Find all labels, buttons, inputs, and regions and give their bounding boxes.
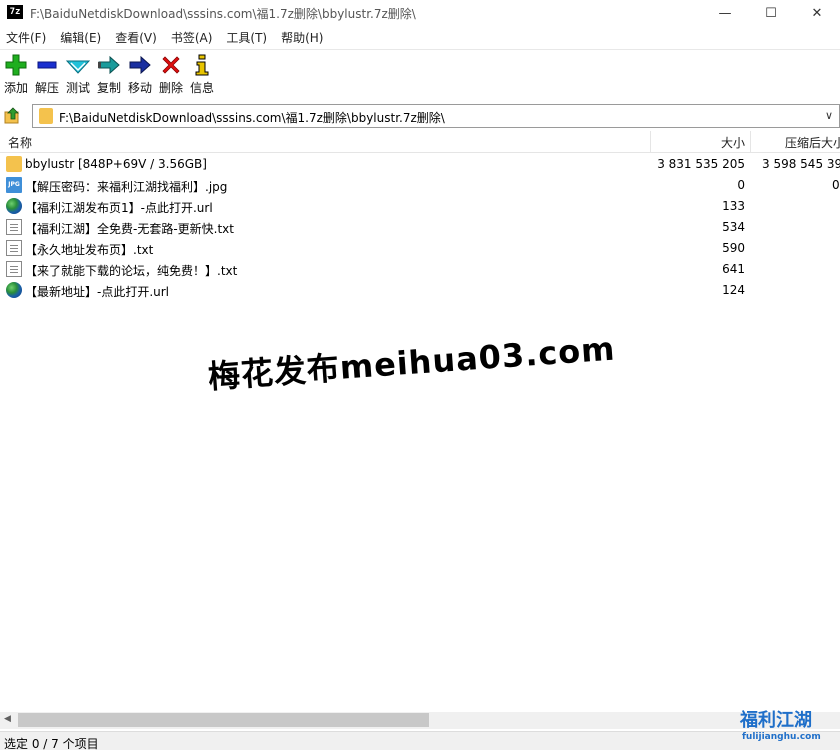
column-header-size[interactable]: 大小 bbox=[721, 134, 745, 151]
menu-bar: 文件(F) 编辑(E) 查看(V) 书签(A) 工具(T) 帮助(H) bbox=[0, 27, 840, 48]
address-path: F:\BaiduNetdiskDownload\sssins.com\福1.7z… bbox=[59, 111, 445, 125]
menu-help[interactable]: 帮助(H) bbox=[274, 29, 330, 46]
file-name: 【永久地址发布页】.txt bbox=[25, 243, 154, 257]
scrollbar-thumb[interactable] bbox=[18, 713, 429, 727]
menu-edit[interactable]: 编辑(E) bbox=[53, 29, 108, 46]
toolbar: 添加 解压 测试 复制 移动 删除 信息 bbox=[0, 49, 840, 99]
file-size: 534 bbox=[722, 220, 745, 234]
file-row[interactable]: 【福利江湖发布页1】-点此打开.url 133 bbox=[0, 196, 840, 217]
file-size: 641 bbox=[722, 262, 745, 276]
file-list: bbylustr [848P+69V / 3.56GB] 3 831 535 2… bbox=[0, 154, 840, 301]
file-size: 590 bbox=[722, 241, 745, 255]
menu-view[interactable]: 查看(V) bbox=[108, 29, 164, 46]
status-text: 选定 0 / 7 个项目 bbox=[4, 737, 99, 750]
info-icon bbox=[186, 53, 218, 79]
logo-title: 福利江湖 bbox=[740, 710, 812, 731]
delete-button[interactable]: 删除 bbox=[155, 53, 187, 97]
column-header-packed-size[interactable]: 压缩后大小 bbox=[785, 134, 840, 151]
file-packed-size: 3 598 545 392 bbox=[762, 157, 840, 171]
copy-button[interactable]: 复制 bbox=[93, 53, 125, 97]
file-row[interactable]: 【福利江湖】全免费-无套路-更新快.txt 534 bbox=[0, 217, 840, 238]
app-7z-icon: 7z bbox=[7, 5, 23, 19]
info-button[interactable]: 信息 bbox=[186, 53, 218, 97]
column-header-name[interactable]: 名称 bbox=[8, 134, 32, 151]
chevron-down-icon[interactable]: ∨ bbox=[825, 109, 833, 122]
extract-button[interactable]: 解压 bbox=[31, 53, 63, 97]
minimize-button[interactable]: — bbox=[702, 0, 748, 26]
file-row[interactable]: 【最新地址】-点此打开.url 124 bbox=[0, 280, 840, 301]
close-button[interactable]: ✕ bbox=[794, 0, 840, 26]
address-combobox[interactable]: F:\BaiduNetdiskDownload\sssins.com\福1.7z… bbox=[32, 104, 840, 128]
file-name: bbylustr [848P+69V / 3.56GB] bbox=[25, 157, 207, 171]
maximize-button[interactable]: ☐ bbox=[748, 0, 794, 26]
close-icon: ✕ bbox=[811, 5, 823, 21]
window-title: F:\BaiduNetdiskDownload\sssins.com\福1.7z… bbox=[30, 7, 416, 21]
menu-bookmarks[interactable]: 书签(A) bbox=[164, 29, 220, 46]
move-button[interactable]: 移动 bbox=[124, 53, 156, 97]
add-label: 添加 bbox=[3, 81, 28, 95]
copy-label: 复制 bbox=[96, 81, 121, 95]
file-name: 【福利江湖发布页1】-点此打开.url bbox=[25, 201, 213, 215]
info-label: 信息 bbox=[189, 81, 214, 95]
file-name: 【来了就能下载的论坛，纯免费！】.txt bbox=[25, 264, 238, 278]
up-arrow-icon bbox=[4, 107, 19, 124]
horizontal-scrollbar[interactable]: ◀ bbox=[0, 712, 840, 729]
minimize-icon: — bbox=[718, 5, 732, 21]
folder-icon bbox=[6, 156, 22, 172]
maximize-icon: ☐ bbox=[765, 5, 777, 21]
check-icon bbox=[62, 53, 94, 79]
file-name: 【解压密码：来福利江湖找福利】.jpg bbox=[25, 180, 228, 194]
jpg-icon: JPG bbox=[6, 177, 22, 193]
site-logo: 福利江湖 fulijianghu.com bbox=[740, 704, 840, 748]
delete-icon bbox=[155, 53, 187, 79]
menu-tools[interactable]: 工具(T) bbox=[219, 29, 274, 46]
column-divider[interactable] bbox=[650, 131, 651, 153]
file-row[interactable]: 【来了就能下载的论坛，纯免费！】.txt 641 bbox=[0, 259, 840, 280]
title-bar: 7z F:\BaiduNetdiskDownload\sssins.com\福1… bbox=[0, 0, 840, 26]
scroll-left-icon[interactable]: ◀ bbox=[4, 714, 11, 724]
file-name: 【福利江湖】全免费-无套路-更新快.txt bbox=[25, 222, 234, 236]
text-file-icon bbox=[6, 219, 22, 235]
file-row[interactable]: 【永久地址发布页】.txt 590 bbox=[0, 238, 840, 259]
file-size: 0 bbox=[737, 178, 745, 192]
text-file-icon bbox=[6, 261, 22, 277]
status-bar: 选定 0 / 7 个项目 bbox=[0, 731, 840, 750]
move-arrow-icon bbox=[124, 53, 156, 79]
file-size: 133 bbox=[722, 199, 745, 213]
copy-arrow-icon bbox=[93, 53, 125, 79]
file-size: 124 bbox=[722, 283, 745, 297]
watermark-text: 梅花发布meihua03.com bbox=[206, 329, 617, 396]
text-file-icon bbox=[6, 240, 22, 256]
file-packed-size: 0 bbox=[832, 178, 840, 192]
menu-file[interactable]: 文件(F) bbox=[0, 29, 53, 46]
file-size: 3 831 535 205 bbox=[657, 157, 745, 171]
file-row[interactable]: JPG 【解压密码：来福利江湖找福利】.jpg 0 0 bbox=[0, 175, 840, 196]
delete-label: 删除 bbox=[158, 81, 183, 95]
logo-url: fulijianghu.com bbox=[742, 732, 821, 742]
move-label: 移动 bbox=[127, 81, 152, 95]
file-list-header: 名称 大小 压缩后大小 bbox=[0, 131, 840, 153]
globe-icon bbox=[6, 282, 22, 298]
extract-label: 解压 bbox=[34, 81, 59, 95]
up-folder-button[interactable] bbox=[4, 107, 22, 125]
plus-icon bbox=[0, 53, 32, 79]
column-divider[interactable] bbox=[750, 131, 751, 153]
minus-icon bbox=[31, 53, 63, 79]
test-button[interactable]: 测试 bbox=[62, 53, 94, 97]
file-row[interactable]: bbylustr [848P+69V / 3.56GB] 3 831 535 2… bbox=[0, 154, 840, 175]
test-label: 测试 bbox=[65, 81, 90, 95]
globe-icon bbox=[6, 198, 22, 214]
add-button[interactable]: 添加 bbox=[0, 53, 32, 97]
folder-icon bbox=[39, 108, 53, 124]
address-bar: F:\BaiduNetdiskDownload\sssins.com\福1.7z… bbox=[0, 102, 840, 129]
file-name: 【最新地址】-点此打开.url bbox=[25, 285, 170, 299]
